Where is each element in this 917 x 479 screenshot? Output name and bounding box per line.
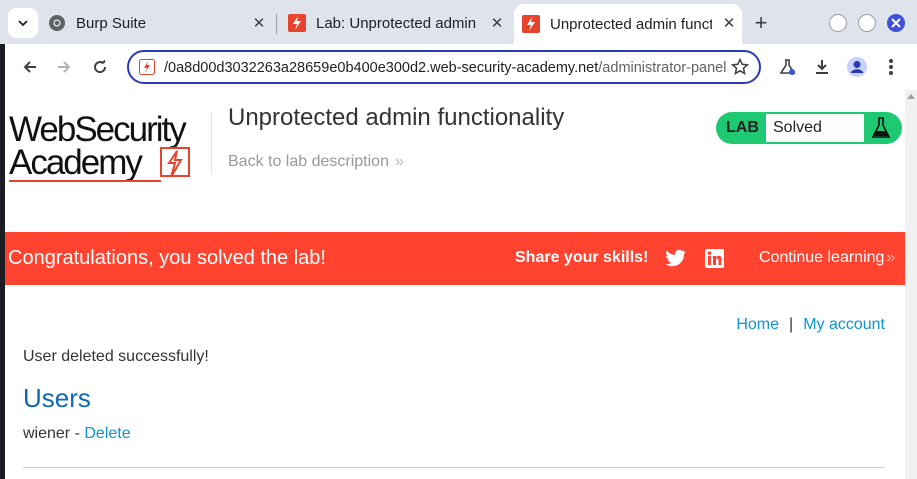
close-window-button[interactable] bbox=[887, 14, 905, 32]
solved-banner: Congratulations, you solved the lab! Sha… bbox=[5, 232, 905, 285]
flask-icon bbox=[779, 59, 796, 75]
url-text: /0a8d00d3032263a28659e0b400e300d2.web-se… bbox=[164, 60, 726, 76]
lab-extension-button[interactable] bbox=[776, 55, 800, 79]
scroll-up-arrow-icon[interactable] bbox=[907, 94, 915, 99]
new-tab-button[interactable]: + bbox=[748, 10, 774, 36]
portswigger-icon bbox=[288, 14, 306, 32]
tab-active[interactable]: Unprotected admin functionality ✕ bbox=[514, 4, 742, 44]
twitter-icon[interactable] bbox=[666, 249, 686, 267]
page-scrollbar[interactable] bbox=[905, 90, 917, 479]
star-icon[interactable] bbox=[731, 58, 749, 76]
forward-button[interactable] bbox=[52, 55, 76, 79]
lab-status-text: Solved bbox=[773, 119, 822, 136]
lab-badge: LAB bbox=[726, 119, 759, 136]
tab-burp-suite[interactable]: Burp Suite ✕ bbox=[48, 6, 272, 40]
double-chevron-right-icon: » bbox=[886, 249, 896, 266]
address-bar[interactable]: /0a8d00d3032263a28659e0b400e300d2.web-se… bbox=[127, 50, 761, 84]
logo-lightning-icon bbox=[160, 147, 190, 178]
header-divider bbox=[211, 112, 212, 174]
close-tab-icon[interactable]: ✕ bbox=[720, 14, 738, 32]
arrow-left-icon bbox=[23, 61, 36, 73]
site-info-icon[interactable] bbox=[139, 59, 155, 75]
flask-icon bbox=[871, 117, 891, 138]
minimize-button[interactable] bbox=[829, 14, 847, 32]
avatar-icon bbox=[847, 57, 867, 77]
downloads-button[interactable] bbox=[810, 55, 834, 79]
account-nav: Home | My account bbox=[736, 316, 885, 334]
users-heading: Users bbox=[23, 383, 91, 413]
maximize-button[interactable] bbox=[858, 14, 876, 32]
lab-title: Unprotected admin functionality bbox=[228, 104, 565, 131]
download-icon bbox=[816, 60, 828, 74]
tab-divider bbox=[276, 14, 277, 34]
tab-search-button[interactable] bbox=[8, 8, 38, 38]
share-label: Share your skills! bbox=[515, 249, 649, 266]
lab-status-widget: LAB Solved bbox=[716, 112, 902, 144]
divider bbox=[23, 467, 885, 468]
delete-user-link[interactable]: Delete bbox=[84, 425, 130, 442]
my-account-link[interactable]: My account bbox=[803, 316, 885, 333]
tab-title: Unprotected admin functionality bbox=[550, 15, 712, 33]
tab-lab-description[interactable]: Lab: Unprotected admin functionality ✕ bbox=[288, 6, 510, 40]
close-tab-icon[interactable]: ✕ bbox=[488, 14, 506, 32]
double-chevron-right-icon: » bbox=[394, 153, 404, 170]
close-tab-icon[interactable]: ✕ bbox=[250, 14, 268, 32]
tab-title: Lab: Unprotected admin functionality bbox=[316, 14, 476, 32]
back-button[interactable] bbox=[18, 55, 42, 79]
tab-title: Burp Suite bbox=[76, 14, 147, 32]
url-path: /administrator-panel bbox=[598, 60, 727, 76]
logo-underline bbox=[9, 180, 161, 182]
logo-line-2: Academy bbox=[9, 143, 143, 182]
continue-learning-link[interactable]: Continue learning» bbox=[759, 249, 895, 267]
home-link[interactable]: Home bbox=[736, 316, 779, 333]
web-security-academy-logo[interactable]: WebSecurity Academy bbox=[9, 110, 209, 185]
web-page: WebSecurity Academy Unprotected admin fu… bbox=[5, 90, 905, 479]
chrome-icon bbox=[49, 15, 65, 31]
portswigger-icon bbox=[522, 15, 540, 33]
row-separator: - bbox=[70, 425, 85, 442]
kebab-menu-icon bbox=[889, 59, 893, 75]
congrats-message: Congratulations, you solved the lab! bbox=[8, 247, 326, 269]
menu-button[interactable] bbox=[879, 55, 903, 79]
profile-button[interactable] bbox=[845, 55, 869, 79]
tab-strip: Burp Suite ✕ Lab: Unprotected admin func… bbox=[0, 0, 917, 44]
reload-icon bbox=[94, 59, 107, 74]
browser-toolbar: /0a8d00d3032263a28659e0b400e300d2.web-se… bbox=[5, 44, 917, 90]
back-to-lab-description-link[interactable]: Back to lab description » bbox=[228, 153, 404, 171]
url-host: /0a8d00d3032263a28659e0b400e300d2.web-se… bbox=[164, 60, 599, 76]
username: wiener bbox=[23, 425, 71, 442]
arrow-right-icon bbox=[58, 61, 71, 73]
chevron-down-icon bbox=[18, 20, 28, 27]
continue-learning-label: Continue learning bbox=[759, 249, 885, 266]
user-row: wiener - Delete bbox=[23, 425, 131, 443]
nav-separator: | bbox=[789, 316, 794, 333]
close-icon bbox=[891, 18, 901, 28]
status-message: User deleted successfully! bbox=[23, 348, 209, 365]
reload-button[interactable] bbox=[88, 55, 112, 79]
back-link-label: Back to lab description bbox=[228, 153, 389, 170]
linkedin-icon[interactable] bbox=[705, 249, 724, 268]
